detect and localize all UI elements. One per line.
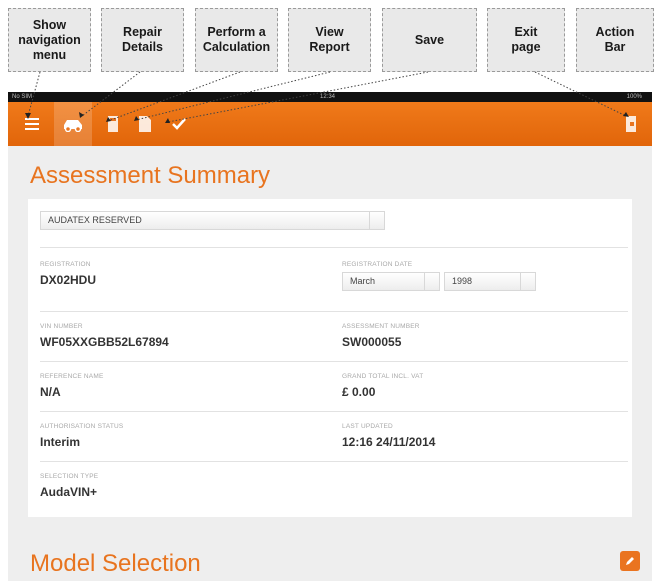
assessment-number-value: SW000055 — [342, 335, 402, 349]
reg-month-select[interactable]: March — [342, 272, 440, 291]
assessment-summary-title: Assessment Summary — [30, 162, 271, 189]
selection-type-label: SELECTION TYPE — [40, 473, 99, 480]
content-area: Assessment Summary AUDATEX RESERVED REGI… — [8, 146, 652, 581]
status-bar: No SIM 12:34 100% — [8, 92, 652, 102]
callout-exit-page: Exit page — [487, 8, 565, 72]
divider — [40, 311, 628, 312]
callout-view-report: View Report — [288, 8, 371, 72]
checkmark-icon — [172, 118, 186, 130]
divider — [40, 361, 628, 362]
nav-menu-button[interactable] — [16, 102, 50, 146]
status-time: 12:34 — [320, 94, 336, 100]
callout-calculation: Perform a Calculation — [195, 8, 278, 72]
save-button[interactable] — [162, 102, 196, 146]
reference-name-label: REFERENCE NAME — [40, 373, 104, 380]
battery-label: 100% — [626, 94, 642, 100]
model-selection-title: Model Selection — [30, 550, 201, 577]
divider — [40, 247, 628, 248]
audatex-dropdown-value: AUDATEX RESERVED — [48, 215, 142, 225]
assessment-number-label: ASSESSMENT NUMBER — [342, 323, 420, 330]
calculation-button[interactable] — [96, 102, 130, 146]
assessment-summary-card: AUDATEX RESERVED REGISTRATION DX02HDU RE… — [28, 199, 632, 517]
exit-page-button[interactable] — [614, 102, 648, 146]
calculator-icon — [108, 116, 118, 132]
exit-icon — [626, 116, 636, 132]
menu-icon — [25, 118, 39, 130]
callout-repair-details: Repair Details — [101, 8, 184, 72]
model-selection-edit-button[interactable] — [620, 551, 640, 571]
grand-total-label: GRAND TOTAL INCL. VAT — [342, 373, 424, 380]
view-report-button[interactable] — [128, 102, 162, 146]
grand-total-value: £ 0.00 — [342, 385, 376, 399]
vin-label: VIN NUMBER — [40, 323, 83, 330]
audatex-dropdown[interactable]: AUDATEX RESERVED — [40, 211, 385, 230]
callout-nav-menu: Show navigation menu — [8, 8, 91, 72]
action-bar — [8, 102, 652, 146]
registration-label: REGISTRATION — [40, 261, 91, 268]
chevron-down-icon — [520, 273, 535, 290]
reg-date-label: REGISTRATION DATE — [342, 261, 413, 268]
chevron-down-icon — [369, 212, 384, 229]
divider — [40, 461, 628, 462]
last-updated-label: LAST UPDATED — [342, 423, 393, 430]
reg-month-value: March — [350, 276, 376, 286]
repair-details-button[interactable] — [54, 102, 92, 146]
reference-name-value: N/A — [40, 385, 61, 399]
selection-type-value: AudaVIN+ — [40, 485, 98, 499]
callout-action-bar: Action Bar — [576, 8, 654, 72]
divider — [40, 411, 628, 412]
authorisation-status-label: AUTHORISATION STATUS — [40, 423, 124, 430]
callout-save: Save — [382, 8, 477, 72]
last-updated-value: 12:16 24/11/2014 — [342, 435, 436, 449]
registration-value: DX02HDU — [40, 273, 97, 287]
vin-value: WF05XXGBB52L67894 — [40, 335, 169, 349]
reg-year-value: 1998 — [452, 276, 473, 286]
chevron-down-icon — [424, 273, 439, 290]
report-icon — [139, 116, 151, 132]
pencil-icon — [626, 557, 634, 565]
reg-year-select[interactable]: 1998 — [444, 272, 536, 291]
carrier-label: No SIM — [12, 94, 33, 100]
authorisation-status-value: Interim — [40, 435, 81, 449]
car-icon — [64, 120, 82, 132]
